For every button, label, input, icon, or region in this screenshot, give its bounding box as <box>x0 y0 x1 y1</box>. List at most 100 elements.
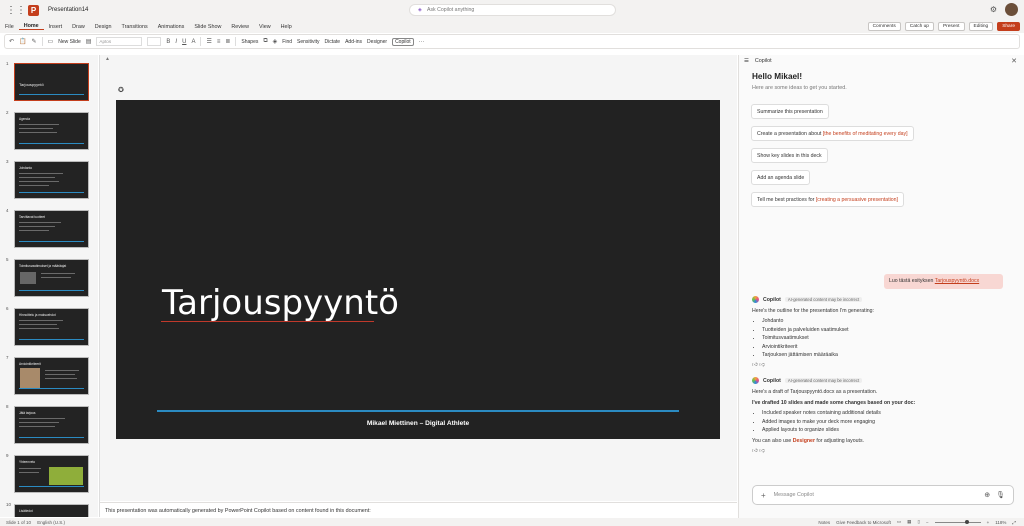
layout-icon[interactable]: ▤ <box>86 38 92 45</box>
speaker-notes[interactable]: This presentation was automatically gene… <box>100 502 737 517</box>
clipboard-icon[interactable]: 📋 <box>19 38 26 45</box>
suggestion-chip[interactable]: Summarize this presentation <box>751 104 829 119</box>
share-button[interactable]: Share <box>997 22 1020 31</box>
arrange-icon[interactable]: ⧉ <box>263 38 267 45</box>
tab-review[interactable]: Review <box>226 24 254 30</box>
add-icon[interactable]: + <box>761 491 766 500</box>
catch-up-button[interactable]: Catch up <box>904 22 934 31</box>
numbering-icon[interactable]: ≡ <box>217 39 221 45</box>
menu-tabs: File Home Insert Draw Design Transitions… <box>0 20 1024 33</box>
suggestion-chip[interactable]: Tell me best practices for [creating a p… <box>751 192 904 207</box>
feedback-link[interactable]: Give Feedback to Microsoft <box>836 520 891 525</box>
slide-thumbnail[interactable]: 10 Lisätiedot <box>4 502 94 517</box>
slide-title[interactable]: Tarjouspyyntö <box>162 283 399 323</box>
reading-view-icon[interactable]: ▯ <box>917 519 919 525</box>
designer-button[interactable]: Designer <box>367 39 387 45</box>
present-button[interactable]: Present <box>937 22 965 31</box>
message-input[interactable]: + Message Copilot ⊕ 🎙︎ <box>752 485 1014 505</box>
notes-toggle[interactable]: Notes <box>818 520 830 525</box>
align-icon[interactable]: ≣ <box>225 38 230 45</box>
slide-thumbnail[interactable]: 5 Toimitusvaatimukset ja määräajat <box>4 257 94 301</box>
thumbnail-picture <box>20 368 40 388</box>
shapes-button[interactable]: Shapes <box>241 39 258 45</box>
tab-file[interactable]: File <box>0 24 19 30</box>
zoom-level[interactable]: 118% <box>995 520 1006 525</box>
normal-view-icon[interactable]: ▭ <box>897 519 901 525</box>
underline-icon[interactable]: U <box>182 39 186 45</box>
globe-icon[interactable]: ⊕ <box>984 491 990 499</box>
zoom-out-icon[interactable]: − <box>926 520 929 525</box>
fit-slide-icon[interactable]: ⤢ <box>1012 520 1016 525</box>
sorter-view-icon[interactable]: ▦ <box>907 519 911 525</box>
sensitivity-button[interactable]: Sensitivity <box>297 39 320 45</box>
document-title[interactable]: Presentation14 <box>48 7 88 13</box>
slide-thumbnail[interactable]: 1 Tarjouspyyntö <box>4 61 94 105</box>
bold-icon[interactable]: B <box>166 39 170 45</box>
thumbs-up-icon[interactable]: 👍︎ <box>752 362 758 368</box>
app-launcher-icon[interactable]: ⋮⋮⋮ <box>6 5 36 16</box>
microphone-icon[interactable]: 🎙︎ <box>996 491 1005 499</box>
scroll-arrow-icon[interactable]: ▲ <box>105 56 110 64</box>
tab-design[interactable]: Design <box>90 24 117 30</box>
designer-link[interactable]: Designer <box>793 438 815 444</box>
avatar[interactable] <box>1005 3 1018 16</box>
slide-canvas[interactable]: Tarjouspyyntö Mikael Miettinen – Digital… <box>116 100 720 439</box>
settings-icon[interactable]: ⚙ <box>990 5 997 14</box>
undo-icon[interactable]: ↶ <box>9 38 14 45</box>
italic-icon[interactable]: I <box>175 39 177 45</box>
tab-insert[interactable]: Insert <box>44 24 67 30</box>
thumbnail-text-line <box>19 177 55 178</box>
slide-thumbnail[interactable]: 2 Agenda <box>4 110 94 154</box>
copilot-response: Copilot AI-generated content may be inco… <box>752 377 1007 454</box>
suggestion-chip[interactable]: Show key slides in this deck <box>751 148 828 163</box>
thumbnail-number: 2 <box>6 110 9 115</box>
designer-hint-icon[interactable]: ✪ <box>118 86 124 94</box>
language-indicator[interactable]: English (U.S.) <box>37 520 65 525</box>
slide-thumbnail[interactable]: 9 Yhteenveto <box>4 453 94 497</box>
slide-thumbnail[interactable]: 6 Hinnoittelu ja maksuehdot <box>4 306 94 350</box>
slide-thumbnail[interactable]: 3 Johdanto <box>4 159 94 203</box>
tab-draw[interactable]: Draw <box>67 24 90 30</box>
copilot-button[interactable]: Copilot <box>392 37 414 46</box>
thumbnail-text-line <box>19 324 57 325</box>
add-ins-button[interactable]: Add-ins <box>345 39 362 45</box>
font-size-select[interactable] <box>147 37 162 46</box>
tab-home[interactable]: Home <box>18 23 44 30</box>
thumbs-up-icon[interactable]: 👍︎ <box>752 448 758 454</box>
tab-animations[interactable]: Animations <box>153 24 190 30</box>
font-color-icon[interactable]: A <box>191 39 195 45</box>
slide-thumbnail[interactable]: 7 Arviointikriteerit <box>4 355 94 399</box>
comments-button[interactable]: Comments <box>867 22 901 31</box>
chip-placeholder: [the benefits of meditating every day] <box>822 131 908 137</box>
tab-view[interactable]: View <box>254 24 276 30</box>
menu-icon[interactable]: ☰ <box>744 58 749 64</box>
zoom-slider[interactable] <box>934 519 981 524</box>
thumbs-down-icon[interactable]: 👎︎ <box>759 362 765 368</box>
fill-icon[interactable]: ◈ <box>273 38 278 45</box>
slide-thumbnail[interactable]: 4 Tarvittavat tuotteet <box>4 208 94 252</box>
thumbnail-number: 4 <box>6 208 9 213</box>
zoom-in-icon[interactable]: + <box>987 520 990 525</box>
slide-footer[interactable]: Mikael Miettinen – Digital Athlete <box>116 420 720 427</box>
thumbnail-text-line <box>19 468 41 469</box>
find-button[interactable]: Find <box>282 39 292 45</box>
suggestion-chip[interactable]: Add an agenda slide <box>751 170 811 185</box>
close-icon[interactable]: ✕ <box>1011 57 1017 65</box>
editing-mode-button[interactable]: Editing <box>968 22 994 31</box>
suggestion-chip[interactable]: Create a presentation about [the benefit… <box>751 126 914 141</box>
tab-help[interactable]: Help <box>276 24 297 30</box>
search-input[interactable]: ◈ Ask Copilot anything <box>409 4 616 16</box>
thumbnail-image: Jätä tarjous <box>14 406 89 444</box>
thumbnail-number: 1 <box>6 61 9 66</box>
tab-transitions[interactable]: Transitions <box>117 24 153 30</box>
more-options-icon[interactable]: ··· <box>419 39 425 45</box>
font-family-select[interactable]: Aptos <box>96 37 143 46</box>
tab-slide-show[interactable]: Slide Show <box>189 24 226 30</box>
new-slide-button[interactable]: New Slide <box>58 39 81 45</box>
slide-thumbnail[interactable]: 8 Jätä tarjous <box>4 404 94 448</box>
format-painter-icon[interactable]: ✎ <box>32 38 37 45</box>
thumbs-down-icon[interactable]: 👎︎ <box>759 448 765 454</box>
bullets-icon[interactable]: ☰ <box>206 38 211 45</box>
dictate-button[interactable]: Dictate <box>325 39 341 45</box>
file-link[interactable]: Tarjouspyyntö.docx <box>935 278 979 284</box>
